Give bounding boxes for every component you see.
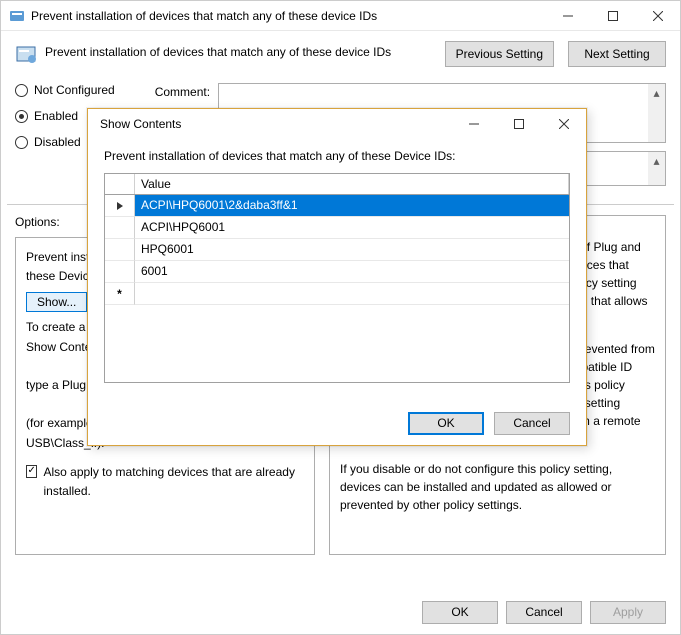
show-button[interactable]: Show... — [26, 292, 87, 312]
radio-label: Enabled — [34, 109, 78, 123]
scrollbar[interactable]: ▴ — [648, 84, 665, 142]
radio-icon — [15, 84, 28, 97]
radio-icon — [15, 136, 28, 149]
grid-row[interactable]: ACPI\HPQ6001 — [105, 217, 569, 239]
dialog-body: Prevent installation of devices that mat… — [88, 139, 586, 389]
app-icon — [9, 8, 25, 24]
apply-button: Apply — [590, 601, 666, 624]
grid-row[interactable]: ACPI\HPQ6001\2&daba3ff&1 — [105, 195, 569, 217]
dialog-cancel-button[interactable]: Cancel — [494, 412, 570, 435]
value-cell[interactable]: ACPI\HPQ6001\2&daba3ff&1 — [135, 195, 569, 217]
grid-new-row[interactable]: * — [105, 283, 569, 305]
next-setting-button[interactable]: Next Setting — [568, 41, 666, 67]
dialog-ok-button[interactable]: OK — [408, 412, 484, 435]
help-text: If you disable or do not configure this … — [340, 460, 655, 514]
show-contents-dialog: Show Contents Prevent installation of de… — [87, 108, 587, 446]
policy-heading: Prevent installation of devices that mat… — [45, 41, 431, 59]
scroll-up-icon[interactable]: ▴ — [648, 84, 665, 101]
scrollbar[interactable]: ▴ — [648, 152, 665, 185]
dialog-maximize-button[interactable] — [496, 109, 541, 139]
radio-icon — [15, 110, 28, 123]
close-button[interactable] — [635, 1, 680, 31]
grid-header-row: Value — [105, 174, 569, 195]
value-grid[interactable]: Value ACPI\HPQ6001\2&daba3ff&1 ACPI\HPQ6… — [104, 173, 570, 383]
value-column-header[interactable]: Value — [135, 174, 569, 194]
radio-not-configured[interactable]: Not Configured — [15, 83, 115, 97]
main-footer: OK Cancel Apply — [422, 601, 666, 624]
main-titlebar: Prevent installation of devices that mat… — [1, 1, 680, 31]
checkbox-icon — [26, 465, 37, 478]
row-header — [105, 217, 135, 239]
grid-corner — [105, 174, 135, 194]
checkbox-label: Also apply to matching devices that are … — [43, 463, 304, 501]
value-cell[interactable]: 6001 — [135, 261, 569, 283]
value-cell-empty[interactable] — [135, 283, 569, 305]
radio-label: Disabled — [34, 135, 81, 149]
row-header — [105, 239, 135, 261]
dialog-minimize-button[interactable] — [451, 109, 496, 139]
also-apply-checkbox-row[interactable]: Also apply to matching devices that are … — [26, 463, 304, 501]
value-cell[interactable]: HPQ6001 — [135, 239, 569, 261]
minimize-button[interactable] — [545, 1, 590, 31]
window-title: Prevent installation of devices that mat… — [31, 9, 545, 23]
maximize-button[interactable] — [590, 1, 635, 31]
policy-icon — [15, 43, 37, 65]
policy-editor-window: Prevent installation of devices that mat… — [0, 0, 681, 635]
row-indicator-current-icon — [105, 195, 135, 217]
dialog-title: Show Contents — [96, 117, 451, 131]
row-header — [105, 261, 135, 283]
cancel-button[interactable]: Cancel — [506, 601, 582, 624]
new-row-indicator-icon: * — [105, 283, 135, 305]
grid-row[interactable]: HPQ6001 — [105, 239, 569, 261]
dialog-prompt: Prevent installation of devices that mat… — [104, 149, 570, 163]
value-cell[interactable]: ACPI\HPQ6001 — [135, 217, 569, 239]
dialog-titlebar: Show Contents — [88, 109, 586, 139]
ok-button[interactable]: OK — [422, 601, 498, 624]
header-row: Prevent installation of devices that mat… — [1, 31, 680, 67]
dialog-footer: OK Cancel — [408, 412, 570, 435]
scroll-up-icon[interactable]: ▴ — [648, 152, 665, 169]
dialog-close-button[interactable] — [541, 109, 586, 139]
radio-label: Not Configured — [34, 83, 115, 97]
grid-row[interactable]: 6001 — [105, 261, 569, 283]
previous-setting-button[interactable]: Previous Setting — [445, 41, 554, 67]
